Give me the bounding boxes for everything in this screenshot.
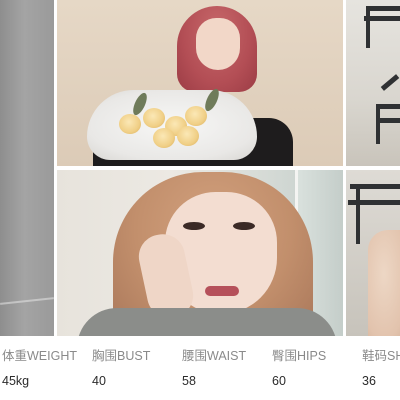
photo-bench-top[interactable]	[346, 0, 400, 166]
measure-value: 58	[182, 374, 196, 388]
bench-bar	[380, 74, 400, 91]
wall-crack	[0, 297, 54, 305]
bench-post	[356, 184, 360, 244]
beige-coat	[368, 230, 400, 336]
measure-label: 臀围HIPS	[272, 349, 327, 363]
lips	[205, 286, 239, 296]
photo-bench-bottom[interactable]	[346, 170, 400, 336]
rose	[119, 114, 141, 134]
measure-bust: 胸围BUST 40	[92, 348, 150, 389]
bench-post	[376, 104, 380, 144]
measure-value: 60	[272, 374, 286, 388]
measure-hips: 臀围HIPS 60	[272, 348, 326, 389]
rose	[153, 128, 175, 148]
rose	[143, 108, 165, 128]
measure-value: 36	[362, 374, 376, 388]
measure-label: 腰围WAIST	[182, 349, 247, 363]
measure-shoe: 鞋码SH 36	[362, 348, 400, 389]
rose	[185, 106, 207, 126]
measure-waist: 腰围WAIST 58	[182, 348, 246, 389]
measure-label: 体重WEIGHT	[2, 349, 77, 363]
eye	[183, 222, 205, 230]
rose	[177, 126, 199, 146]
bench-bar	[368, 6, 400, 11]
eye	[233, 222, 255, 230]
bench-post	[366, 6, 370, 48]
photo-flower-bouquet[interactable]	[57, 0, 343, 166]
measure-value: 45kg	[2, 374, 30, 388]
photo-selfie[interactable]	[57, 170, 343, 336]
photo-gallery	[0, 0, 400, 336]
grey-sweater	[77, 308, 337, 336]
measure-weight: 体重WEIGHT 45kg	[2, 348, 77, 389]
measure-label: 胸围BUST	[92, 349, 151, 363]
measure-value: 40	[92, 374, 106, 388]
measurements-row: 体重WEIGHT 45kg 胸围BUST 40 腰围WAIST 58 臀围HIP…	[0, 336, 400, 400]
measure-label: 鞋码SH	[362, 349, 400, 363]
face	[196, 18, 240, 70]
photo-grey-wall[interactable]	[0, 0, 54, 336]
